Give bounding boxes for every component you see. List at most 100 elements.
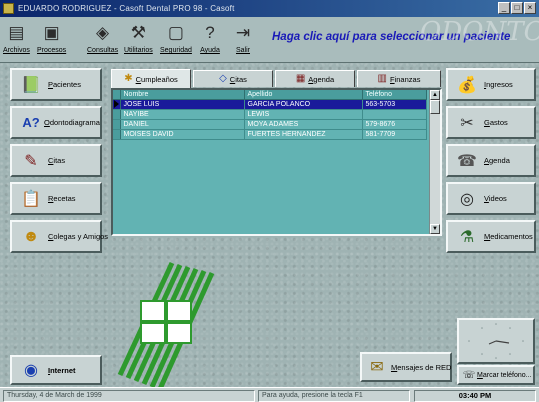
- logo-cross: [140, 300, 192, 344]
- toolbar-archivos[interactable]: ▤ Archivos: [3, 20, 30, 60]
- odontodiagrama-button[interactable]: A? Odontodiagrama: [10, 106, 102, 139]
- row-header-corner: [113, 90, 121, 100]
- agenda-button[interactable]: ☎ Agenda: [446, 144, 536, 177]
- column-header-telefono[interactable]: Teléfono: [362, 90, 427, 100]
- button-label: Recetas: [48, 194, 76, 203]
- logo-square: [166, 300, 192, 322]
- row-pointer-icon: [114, 100, 119, 108]
- marcar-telefono-button[interactable]: ☏ Marcar teléfono...: [457, 365, 535, 385]
- toolbar-utilitarios[interactable]: ⚒ Utilitarios: [124, 20, 153, 60]
- status-time: 03:40 PM: [414, 390, 536, 402]
- birthday-icon: ✱: [124, 73, 133, 84]
- mensajes-red-button[interactable]: ✉ Mensajes de RED: [360, 352, 452, 382]
- cell-telefono[interactable]: [362, 109, 427, 120]
- button-label: Marcar teléfono...: [477, 371, 532, 379]
- birthday-grid: Nombre Apellido Teléfono JOSE LUIS GARCI…: [111, 88, 442, 236]
- cell-telefono[interactable]: 581-7709: [362, 129, 427, 140]
- medicamentos-button[interactable]: ⚗ Medicamentos: [446, 220, 536, 253]
- globe-icon: ◉: [24, 362, 38, 379]
- analog-clock: [457, 318, 535, 364]
- cell-apellido[interactable]: MOYA ADAMES: [244, 119, 363, 130]
- minute-hand: [488, 340, 497, 345]
- tab-cumpleanos[interactable]: ✱ Cumpleaños: [111, 69, 191, 88]
- toolbar-label: Salir: [235, 47, 250, 54]
- tab-label: Agenda: [308, 74, 335, 84]
- toolbar-label: Consultas: [87, 47, 119, 54]
- medicines-icon: ⚗: [459, 228, 475, 246]
- row-header: [113, 119, 121, 130]
- table-row[interactable]: NAYIBE LEWIS: [113, 109, 427, 120]
- window-title: EDUARDO RODRIGUEZ - Casoft Dental PRO 98…: [18, 4, 235, 13]
- exit-icon: ⇥: [235, 23, 251, 42]
- cell-apellido[interactable]: GARCIA POLANCO: [244, 99, 363, 110]
- window-controls: _ □ ×: [498, 2, 536, 14]
- cell-nombre[interactable]: DANIEL: [120, 119, 245, 130]
- table-row[interactable]: JOSE LUIS GARCIA POLANCO 563-5703: [113, 99, 427, 110]
- toolbar-procesos[interactable]: ▣ Procesos: [37, 20, 66, 60]
- cell-telefono[interactable]: 563-5703: [362, 99, 427, 110]
- cell-nombre[interactable]: MOISES DAVID: [120, 129, 245, 140]
- minimize-button[interactable]: _: [498, 2, 510, 14]
- tab-agenda[interactable]: ▦ Agenda: [275, 70, 355, 87]
- pacientes-button[interactable]: 📗 Pacientes: [10, 68, 102, 101]
- colegas-button[interactable]: ☻ Colegas y Amigos: [10, 220, 108, 253]
- file-cabinet-icon: ▤: [8, 23, 25, 42]
- title-bar: EDUARDO RODRIGUEZ - Casoft Dental PRO 98…: [0, 0, 539, 17]
- cell-nombre[interactable]: JOSE LUIS: [120, 99, 245, 110]
- button-label: Citas: [48, 156, 66, 165]
- column-header-apellido[interactable]: Apellido: [244, 90, 363, 100]
- agenda-icon: ▦: [295, 73, 306, 84]
- scroll-thumb[interactable]: [430, 100, 440, 114]
- maximize-button[interactable]: □: [511, 2, 523, 14]
- toolbar-consultas[interactable]: ◈ Consultas: [87, 20, 118, 60]
- scroll-up-button[interactable]: ▲: [430, 90, 440, 100]
- toolbar-label: Ayuda: [200, 47, 220, 54]
- messages-icon: ✉: [370, 359, 384, 376]
- tab-strip: ✱ Cumpleaños ◇ Citas ▦ Agenda ▥ Finanzas: [111, 69, 442, 88]
- toolbar-label: Procesos: [37, 47, 67, 54]
- tab-label: Cumpleaños: [135, 74, 178, 84]
- tab-label: Citas: [229, 74, 247, 84]
- vertical-scrollbar[interactable]: ▲ ▼: [429, 90, 440, 234]
- odontogram-icon: A?: [22, 115, 40, 130]
- row-pointer: [113, 99, 121, 110]
- recetas-button[interactable]: 📋 Recetas: [10, 182, 102, 215]
- table-header-row: Nombre Apellido Teléfono: [113, 90, 427, 100]
- button-label: Medicamentos: [484, 232, 533, 241]
- cell-apellido[interactable]: LEWIS: [244, 109, 363, 120]
- table-row[interactable]: MOISES DAVID FUERTES HERNANDEZ 581-7709: [113, 129, 427, 140]
- hour-hand: [495, 340, 510, 344]
- button-label: Pacientes: [48, 80, 81, 89]
- toolbar-salir[interactable]: ⇥ Salir: [232, 20, 254, 60]
- status-hint: Para ayuda, presione la tecla F1: [258, 390, 410, 402]
- button-label: Gastos: [484, 118, 508, 127]
- close-button[interactable]: ×: [524, 2, 536, 14]
- button-label: Ingresos: [484, 80, 513, 89]
- ingresos-button[interactable]: 💰 Ingresos: [446, 68, 536, 101]
- toolbar-ayuda[interactable]: ? Ayuda: [199, 20, 221, 60]
- toolbar-label: Utilitarios: [124, 47, 153, 54]
- cell-apellido[interactable]: FUERTES HERNANDEZ: [244, 129, 363, 140]
- scroll-down-button[interactable]: ▼: [430, 224, 440, 234]
- column-header-nombre[interactable]: Nombre: [120, 90, 245, 100]
- process-icon: ▣: [43, 23, 60, 42]
- videos-button[interactable]: ◎ Videos: [446, 182, 536, 215]
- tools-icon: ⚒: [130, 23, 147, 42]
- row-header: [113, 129, 121, 140]
- status-bar: Thursday, 4 de March de 1999 Para ayuda,…: [0, 387, 539, 402]
- clock-face: [468, 323, 524, 359]
- status-date: Thursday, 4 de March de 1999: [3, 390, 255, 402]
- toolbar-seguridad[interactable]: ▢ Seguridad: [160, 20, 192, 60]
- button-label: Colegas y Amigos: [48, 232, 109, 241]
- row-header: [113, 109, 121, 120]
- internet-button[interactable]: ◉ Internet: [10, 355, 102, 385]
- citas-button[interactable]: ✎ Citas: [10, 144, 102, 177]
- cell-telefono[interactable]: 579-8676: [362, 119, 427, 130]
- tab-finanzas[interactable]: ▥ Finanzas: [357, 70, 441, 87]
- toolbar-label: Archivos: [3, 47, 30, 54]
- cell-nombre[interactable]: NAYIBE: [120, 109, 245, 120]
- gastos-button[interactable]: ✂ Gastos: [446, 106, 536, 139]
- table-row[interactable]: DANIEL MOYA ADAMES 579-8676: [113, 119, 427, 130]
- tab-citas[interactable]: ◇ Citas: [193, 70, 273, 87]
- toolbar: ▤ Archivos ▣ Procesos ◈ Consultas ⚒ Util…: [0, 17, 539, 63]
